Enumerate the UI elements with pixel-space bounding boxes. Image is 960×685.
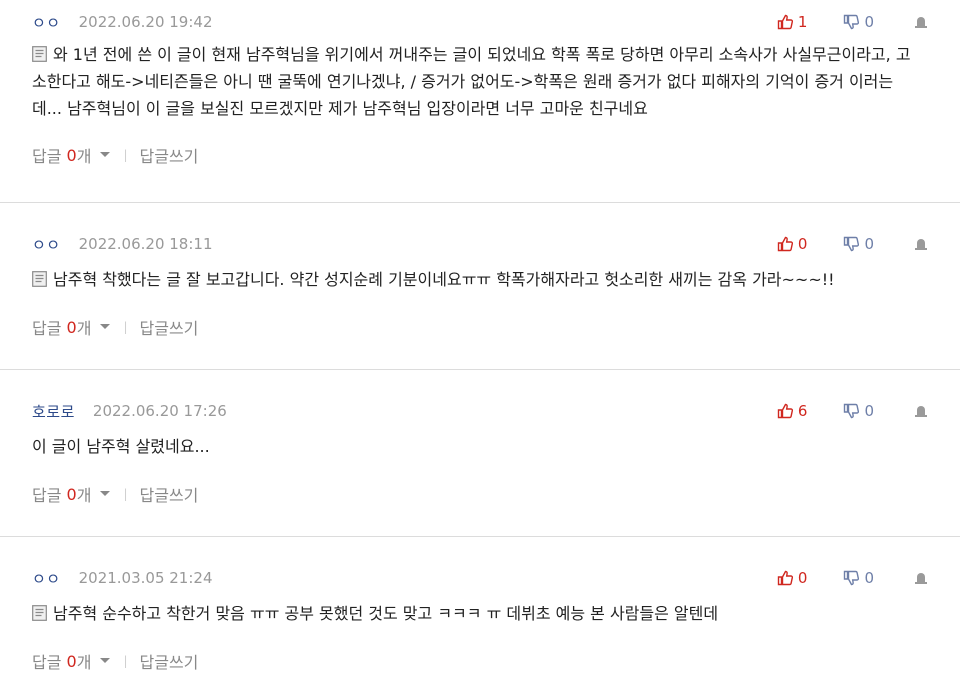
siren-icon — [915, 17, 927, 28]
chevron-down-icon — [99, 657, 111, 665]
siren-icon — [915, 239, 927, 250]
reply-unit: 개 — [76, 653, 92, 672]
comment-header: ㅇㅇ 2022.06.20 19:42 1 0 — [32, 0, 928, 33]
downvote-count: 0 — [864, 13, 874, 31]
report-button[interactable] — [914, 15, 928, 29]
comment-text: 남주혁 순수하고 착한거 맞음 ㅠㅠ 공부 못했던 것도 맞고 ㅋㅋㅋ ㅠ 데뷔… — [53, 604, 719, 623]
comment-item: ㅇㅇ 2022.06.20 18:11 0 0 남주혁 착했다는 글 잘 보고갑… — [0, 203, 960, 370]
siren-icon — [915, 573, 927, 584]
thumbs-down-icon — [844, 403, 860, 419]
comment-footer: 답글 0개 | 답글쓰기 — [32, 143, 928, 167]
note-icon — [32, 46, 47, 62]
thumbs-down-icon — [844, 14, 860, 30]
downvote-button[interactable]: 0 — [843, 235, 874, 253]
comment-body: 와 1년 전에 쓴 이 글이 현재 남주혁님을 위기에서 꺼내주는 글이 되었네… — [32, 41, 928, 122]
downvote-count: 0 — [864, 569, 874, 587]
divider: | — [123, 654, 128, 668]
thumbs-down-icon — [844, 570, 860, 586]
vote-group: 6 0 — [777, 402, 928, 420]
reply-label: 답글 — [32, 486, 62, 505]
reply-count: 0 — [66, 484, 77, 504]
thumbs-up-icon — [777, 403, 793, 419]
comment-list: ㅇㅇ 2022.06.20 19:42 1 0 와 1년 전에 쓴 이 글이 현… — [0, 0, 960, 685]
vote-group: 1 0 — [777, 13, 928, 31]
reply-count: 0 — [66, 317, 77, 337]
vote-group: 0 0 — [777, 569, 928, 587]
comment-footer: 답글 0개 | 답글쓰기 — [32, 649, 928, 673]
comment-footer: 답글 0개 | 답글쓰기 — [32, 482, 928, 506]
upvote-count: 6 — [797, 402, 808, 420]
reply-label: 답글 — [32, 653, 62, 672]
report-button[interactable] — [914, 404, 928, 418]
upvote-button[interactable]: 0 — [777, 235, 808, 253]
chevron-down-icon — [99, 151, 111, 159]
report-button[interactable] — [914, 571, 928, 585]
thumbs-down-icon — [844, 236, 860, 252]
upvote-count: 0 — [797, 235, 808, 253]
upvote-count: 1 — [797, 13, 808, 31]
report-button[interactable] — [914, 237, 928, 251]
downvote-count: 0 — [864, 235, 874, 253]
upvote-button[interactable]: 0 — [777, 569, 808, 587]
reply-unit: 개 — [76, 486, 92, 505]
comment-item: 호로로 2022.06.20 17:26 6 0 이 글이 남주혁 살렸네요..… — [0, 370, 960, 537]
comment-date: 2021.03.05 21:24 — [78, 569, 213, 587]
reply-label: 답글 — [32, 147, 62, 166]
siren-icon — [915, 406, 927, 417]
write-reply-button[interactable]: 답글쓰기 — [140, 143, 199, 167]
downvote-button[interactable]: 0 — [843, 402, 874, 420]
reply-toggle[interactable]: 답글 0개 — [32, 482, 111, 506]
comment-text: 와 1년 전에 쓴 이 글이 현재 남주혁님을 위기에서 꺼내주는 글이 되었네… — [32, 45, 911, 118]
comment-author[interactable]: ㅇㅇ — [32, 12, 61, 33]
comment-text: 남주혁 착했다는 글 잘 보고갑니다. 약간 성지순례 기분이네요ㅠㅠ 학폭가해… — [53, 270, 835, 289]
comment-header: 호로로 2022.06.20 17:26 6 0 — [32, 370, 928, 422]
downvote-button[interactable]: 0 — [843, 569, 874, 587]
divider: | — [123, 320, 128, 334]
comment-header: ㅇㅇ 2021.03.05 21:24 0 0 — [32, 537, 928, 589]
comment-header: ㅇㅇ 2022.06.20 18:11 0 0 — [32, 203, 928, 255]
write-reply-button[interactable]: 답글쓰기 — [140, 649, 199, 673]
upvote-button[interactable]: 1 — [777, 13, 808, 31]
note-icon — [32, 271, 47, 287]
downvote-button[interactable]: 0 — [843, 13, 874, 31]
reply-unit: 개 — [76, 147, 92, 166]
comment-body: 이 글이 남주혁 살렸네요... — [32, 433, 928, 460]
thumbs-up-icon — [777, 570, 793, 586]
reply-toggle[interactable]: 답글 0개 — [32, 649, 111, 673]
write-reply-button[interactable]: 답글쓰기 — [140, 482, 199, 506]
write-reply-button[interactable]: 답글쓰기 — [140, 315, 199, 339]
reply-toggle[interactable]: 답글 0개 — [32, 143, 111, 167]
thumbs-up-icon — [777, 236, 793, 252]
downvote-count: 0 — [864, 402, 874, 420]
divider: | — [123, 487, 128, 501]
reply-toggle[interactable]: 답글 0개 — [32, 315, 111, 339]
upvote-count: 0 — [797, 569, 808, 587]
reply-count: 0 — [66, 651, 77, 671]
thumbs-up-icon — [777, 14, 793, 30]
chevron-down-icon — [99, 490, 111, 498]
comment-date: 2022.06.20 17:26 — [92, 402, 227, 420]
chevron-down-icon — [99, 323, 111, 331]
note-icon — [32, 605, 47, 621]
comment-body: 남주혁 순수하고 착한거 맞음 ㅠㅠ 공부 못했던 것도 맞고 ㅋㅋㅋ ㅠ 데뷔… — [32, 600, 928, 627]
comment-author[interactable]: ㅇㅇ — [32, 234, 61, 255]
comment-text: 이 글이 남주혁 살렸네요... — [32, 437, 210, 456]
reply-unit: 개 — [76, 319, 92, 338]
comment-date: 2022.06.20 19:42 — [78, 13, 213, 31]
comment-item: ㅇㅇ 2022.06.20 19:42 1 0 와 1년 전에 쓴 이 글이 현… — [0, 0, 960, 203]
reply-count: 0 — [66, 145, 77, 165]
divider: | — [123, 148, 128, 162]
comment-author[interactable]: ㅇㅇ — [32, 568, 61, 589]
comment-item: ㅇㅇ 2021.03.05 21:24 0 0 남주혁 순수하고 착한거 맞음 … — [0, 537, 960, 685]
vote-group: 0 0 — [777, 235, 928, 253]
comment-author[interactable]: 호로로 — [32, 401, 75, 422]
comment-body: 남주혁 착했다는 글 잘 보고갑니다. 약간 성지순례 기분이네요ㅠㅠ 학폭가해… — [32, 266, 928, 293]
comment-footer: 답글 0개 | 답글쓰기 — [32, 315, 928, 339]
comment-date: 2022.06.20 18:11 — [78, 235, 213, 253]
upvote-button[interactable]: 6 — [777, 402, 808, 420]
reply-label: 답글 — [32, 319, 62, 338]
